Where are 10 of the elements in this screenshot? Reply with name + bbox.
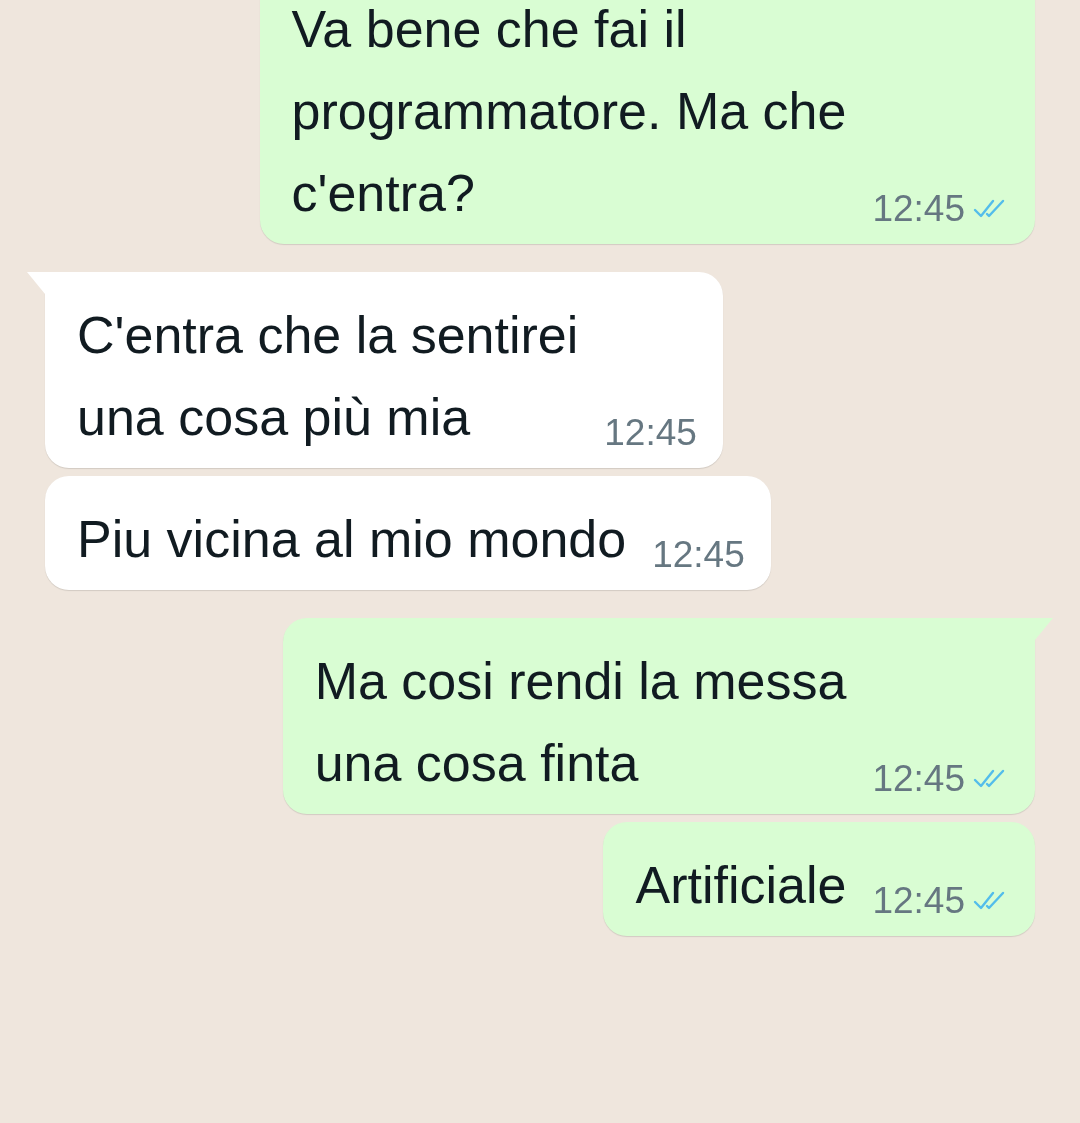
message-time: 12:45 [872, 758, 965, 800]
message-text: C'entra che la sentirei una cosa più mia [77, 305, 579, 448]
message-time: 12:45 [872, 188, 965, 230]
message-text: Va bene che fai il programmatore. Ma che c'entra? [291, 0, 847, 224]
message-time: 12:45 [604, 412, 697, 454]
message-text: Piu vicina al mio mondo [77, 509, 627, 570]
message-time: 12:45 [872, 880, 965, 922]
message-text: Ma cosi rendi la messa una cosa finta [314, 651, 847, 794]
message-time: 12:45 [652, 534, 745, 576]
message-text: Artificiale [635, 855, 847, 916]
